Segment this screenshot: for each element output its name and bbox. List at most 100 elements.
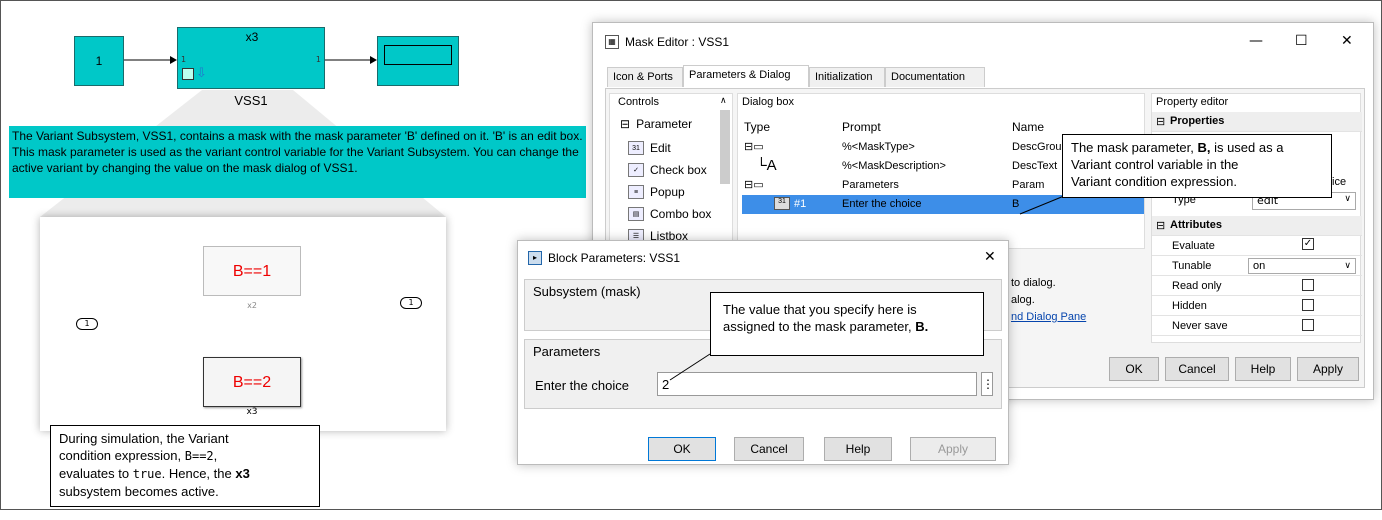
mask-editor-app-icon: ▦ bbox=[605, 35, 619, 49]
property-editor-panel: Property editor ⊟ Properties ice Type edi… bbox=[1151, 93, 1362, 343]
block-help-button[interactable]: Help bbox=[824, 437, 892, 461]
read-only-checkbox[interactable] bbox=[1302, 279, 1314, 291]
group-icon: ⊟▭ bbox=[744, 179, 764, 191]
variant-badge-icon bbox=[182, 68, 194, 80]
control-check-box-label: Check box bbox=[650, 163, 707, 177]
control-combo-box[interactable]: ▤ Combo box bbox=[628, 204, 711, 224]
scroll-up-icon[interactable]: ∧ bbox=[720, 96, 727, 106]
mask-callout-line1a: The mask parameter, bbox=[1071, 140, 1198, 155]
mask-cancel-button[interactable]: Cancel bbox=[1165, 357, 1229, 381]
collapse-icon: ⊟ bbox=[1156, 220, 1166, 232]
collapse-icon[interactable]: ⊟ bbox=[620, 117, 630, 131]
tab-documentation[interactable]: Documentation bbox=[885, 67, 985, 87]
controls-group-parameter: ⊟ Parameter bbox=[620, 114, 692, 134]
attributes-section[interactable]: ⊟ Attributes bbox=[1152, 216, 1362, 236]
display-block[interactable] bbox=[377, 36, 459, 86]
tunable-value: on bbox=[1253, 260, 1266, 272]
combobox-control-icon: ▤ bbox=[628, 207, 644, 221]
variant-x2-name: x2 bbox=[247, 301, 257, 310]
close-icon[interactable]: ✕ bbox=[1341, 33, 1353, 49]
value-callout-pointer bbox=[669, 353, 711, 381]
parameters-label: Parameters bbox=[533, 344, 601, 359]
sim-callout-code-b2: B==2 bbox=[184, 449, 214, 463]
tab-parameters-dialog[interactable]: Parameters & Dialog bbox=[683, 65, 809, 87]
variant-x2-block[interactable]: B==1 bbox=[203, 246, 301, 296]
edit-control-icon: 31 bbox=[628, 141, 644, 155]
description-banner: The Variant Subsystem, VSS1, contains a … bbox=[9, 126, 586, 198]
collapse-icon: ⊟ bbox=[1156, 116, 1166, 128]
block-ok-button[interactable]: OK bbox=[648, 437, 716, 461]
sim-callout-line4: subsystem becomes active. bbox=[59, 484, 219, 499]
attr-never-save: Never save bbox=[1152, 316, 1362, 336]
block-cancel-button[interactable]: Cancel bbox=[734, 437, 804, 461]
block-apply-button[interactable]: Apply bbox=[910, 437, 996, 461]
variant-x3-block[interactable]: B==2 bbox=[203, 357, 301, 407]
dialog-box-header: Dialog box bbox=[742, 96, 794, 108]
outport-block[interactable]: 1 bbox=[400, 297, 422, 309]
sim-callout-line2c: , bbox=[213, 448, 218, 463]
block-params-title: Block Parameters: VSS1 bbox=[548, 251, 681, 265]
sim-callout-line2a: condition expression, bbox=[59, 448, 185, 463]
properties-label: Properties bbox=[1170, 115, 1225, 127]
attr-label: Never save bbox=[1172, 320, 1228, 332]
attr-evaluate: Evaluate ✓ bbox=[1152, 236, 1362, 256]
attr-label: Tunable bbox=[1172, 260, 1212, 272]
maximize-icon[interactable]: ☐ bbox=[1295, 33, 1308, 49]
vss1-out-port: 1 bbox=[315, 55, 321, 64]
controls-group-label: Parameter bbox=[636, 117, 693, 131]
row-number: #1 bbox=[794, 198, 807, 210]
col-type: Type bbox=[744, 120, 771, 134]
inport-block[interactable]: 1 bbox=[76, 318, 98, 330]
row-prompt: %<MaskType> bbox=[842, 141, 915, 153]
tunable-select[interactable]: on ∨ bbox=[1248, 258, 1356, 274]
value-callout-line2a: assigned to the mask parameter, bbox=[723, 319, 916, 334]
help-text-1: to dialog. bbox=[1011, 277, 1056, 289]
subsystem-label: Subsystem (mask) bbox=[533, 284, 641, 299]
popup-control-icon: ≡ bbox=[628, 185, 644, 199]
choice-field-label: Enter the choice bbox=[535, 378, 629, 393]
text-icon: └A bbox=[756, 157, 777, 174]
mask-help-button[interactable]: Help bbox=[1235, 357, 1291, 381]
controls-scrollbar[interactable] bbox=[720, 110, 730, 184]
group-icon: ⊟▭ bbox=[744, 141, 764, 153]
properties-section[interactable]: ⊟ Properties bbox=[1152, 112, 1362, 132]
vss1-title: x3 bbox=[245, 30, 259, 44]
minimize-icon[interactable]: — bbox=[1249, 33, 1263, 49]
control-check-box[interactable]: ✓ Check box bbox=[628, 160, 707, 180]
value-callout-line1: The value that you specify here is bbox=[723, 302, 917, 317]
mask-callout-line2: Variant control variable in the bbox=[1071, 157, 1239, 172]
mask-callout-line3: Variant condition expression. bbox=[1071, 174, 1237, 189]
sim-callout-line1: During simulation, the Variant bbox=[59, 431, 229, 446]
value-callout-b: B. bbox=[915, 319, 929, 334]
control-popup-label: Popup bbox=[650, 185, 685, 199]
tab-initialization[interactable]: Initialization bbox=[809, 67, 885, 87]
inport-number: 1 bbox=[84, 319, 90, 328]
partial-ice-text: ice bbox=[1332, 176, 1347, 188]
variant-x2-condition: B==1 bbox=[232, 263, 272, 280]
row-prompt: Enter the choice bbox=[842, 198, 922, 210]
mask-parameter-callout: The mask parameter, B, is used as a Vari… bbox=[1062, 134, 1332, 198]
help-link[interactable]: nd Dialog Pane bbox=[1011, 311, 1086, 323]
sim-callout-line3c: . Hence, the bbox=[161, 466, 236, 481]
chevron-down-icon: ∨ bbox=[1344, 260, 1351, 270]
block-params-close-icon[interactable]: ✕ bbox=[984, 249, 996, 265]
vss1-label: VSS1 bbox=[234, 93, 268, 108]
tab-icon-ports[interactable]: Icon & Ports bbox=[607, 67, 683, 87]
never-save-checkbox[interactable] bbox=[1302, 319, 1314, 331]
hidden-checkbox[interactable] bbox=[1302, 299, 1314, 311]
mask-callout-line1c: is used as a bbox=[1210, 140, 1284, 155]
mask-apply-button[interactable]: Apply bbox=[1297, 357, 1359, 381]
evaluate-checkbox[interactable]: ✓ bbox=[1302, 238, 1314, 250]
col-prompt: Prompt bbox=[842, 120, 881, 134]
chevron-down-icon: ∨ bbox=[1344, 194, 1351, 204]
more-options-icon[interactable]: ⋮ bbox=[981, 372, 994, 396]
attr-tunable: Tunable on ∨ bbox=[1152, 256, 1362, 276]
attr-label: Read only bbox=[1172, 280, 1222, 292]
vss1-block[interactable]: x3 1 1 ⇩ bbox=[177, 27, 325, 89]
control-popup[interactable]: ≡ Popup bbox=[628, 182, 685, 202]
mask-ok-button[interactable]: OK bbox=[1109, 357, 1159, 381]
attributes-label: Attributes bbox=[1170, 219, 1222, 231]
property-editor-header: Property editor bbox=[1156, 96, 1229, 108]
mask-callout-b: B, bbox=[1197, 140, 1211, 155]
control-edit[interactable]: 31 Edit bbox=[628, 138, 671, 158]
